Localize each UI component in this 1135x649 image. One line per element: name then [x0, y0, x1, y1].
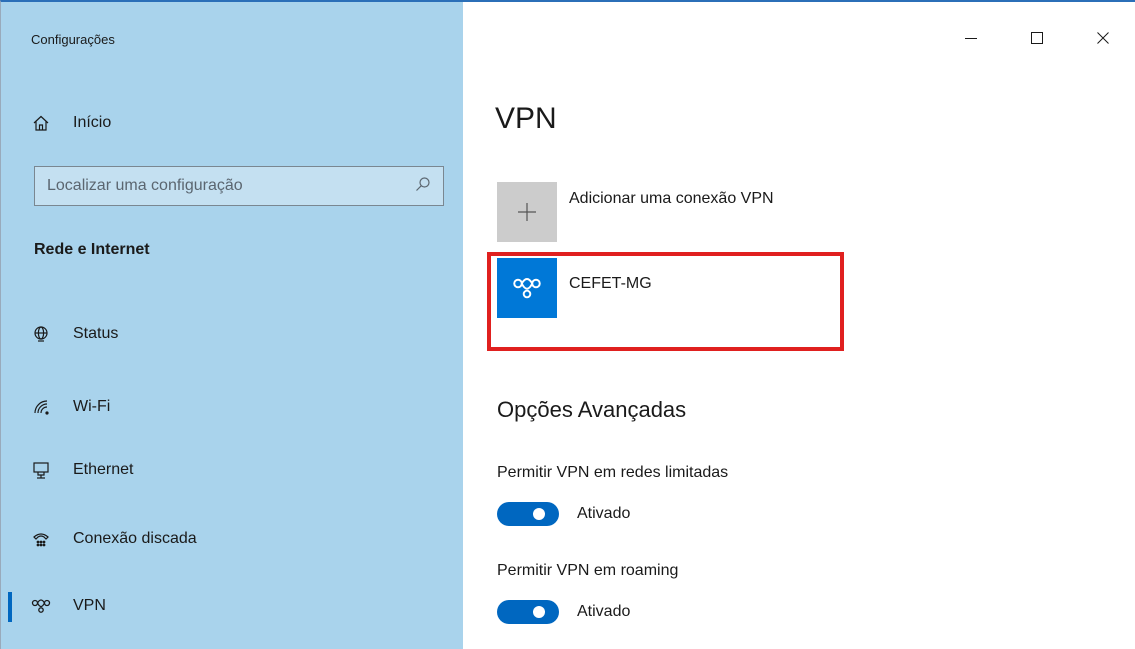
add-icon: [497, 182, 557, 242]
minimize-button[interactable]: [938, 20, 1004, 56]
home-icon: [31, 113, 51, 133]
sidebar-item-label: Ethernet: [73, 461, 134, 478]
toggle-state-label: Ativado: [577, 603, 631, 620]
maximize-button[interactable]: [1004, 20, 1070, 56]
sidebar-item-dialup[interactable]: Conexão discada: [1, 519, 463, 559]
sidebar-item-vpn[interactable]: VPN: [1, 586, 463, 626]
search-input[interactable]: [47, 177, 415, 195]
section-title: Rede e Internet: [34, 241, 150, 258]
option-metered-toggle-row: Ativado: [497, 502, 630, 526]
metered-networks-toggle[interactable]: [497, 502, 559, 526]
main-content: VPN Adicionar uma conexão VPN CEFET-MG O…: [463, 2, 1135, 649]
advanced-options-title: Opções Avançadas: [497, 397, 687, 422]
vpn-connection-item[interactable]: CEFET-MG: [497, 258, 652, 318]
option-roaming-toggle-row: Ativado: [497, 600, 630, 624]
search-icon[interactable]: [415, 176, 431, 197]
option-roaming-label: Permitir VPN em roaming: [497, 562, 679, 579]
vpn-connection-name: CEFET-MG: [569, 275, 652, 292]
dialup-icon: [31, 529, 51, 549]
add-vpn-connection-button[interactable]: Adicionar uma conexão VPN: [497, 182, 774, 242]
wifi-icon: [31, 397, 51, 417]
toggle-state-label: Ativado: [577, 505, 631, 522]
sidebar-item-label: Wi-Fi: [73, 398, 111, 415]
minimize-icon: [965, 38, 977, 39]
sidebar-item-wifi[interactable]: Wi-Fi: [1, 387, 463, 427]
roaming-toggle[interactable]: [497, 600, 559, 624]
add-vpn-label: Adicionar uma conexão VPN: [569, 190, 774, 207]
settings-window: Configurações Início Rede e Internet: [0, 0, 1135, 649]
sidebar-item-status[interactable]: Status: [1, 314, 463, 354]
ethernet-icon: [31, 460, 51, 480]
home-label: Início: [73, 114, 112, 131]
sidebar-item-label: Status: [73, 325, 119, 342]
globe-icon: [31, 324, 51, 344]
vpn-connection-icon: [497, 258, 557, 318]
close-button[interactable]: [1070, 20, 1135, 56]
maximize-icon: [1031, 32, 1043, 44]
sidebar: Configurações Início Rede e Internet: [1, 2, 463, 649]
close-icon: [1097, 32, 1109, 44]
vpn-icon: [31, 596, 51, 616]
sidebar-item-label: Conexão discada: [73, 530, 197, 547]
sidebar-item-ethernet[interactable]: Ethernet: [1, 450, 463, 490]
app-title: Configurações: [31, 32, 115, 47]
search-box[interactable]: [34, 166, 444, 206]
home-nav-item[interactable]: Início: [31, 110, 111, 136]
window-controls: [938, 20, 1135, 56]
sidebar-item-label: VPN: [73, 597, 106, 614]
page-title: VPN: [495, 102, 557, 135]
option-metered-label: Permitir VPN em redes limitadas: [497, 464, 729, 481]
